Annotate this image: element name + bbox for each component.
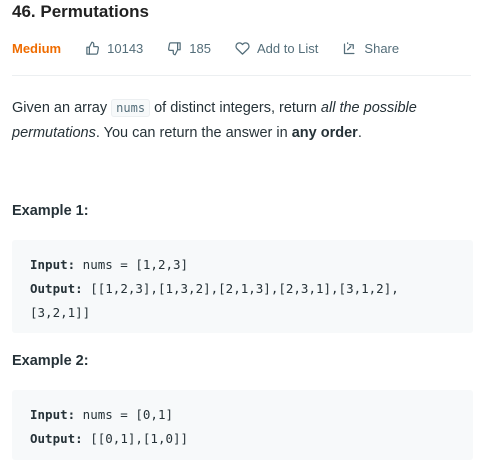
thumbs-up-icon	[86, 41, 100, 55]
input-label: Input:	[30, 407, 76, 422]
like-button[interactable]: 10143	[85, 41, 143, 56]
problem-title: 46. Permutations	[12, 2, 149, 21]
example-2-input-line: Input: nums = [0,1]	[30, 403, 473, 427]
example-1-code-block: Input: nums = [1,2,3] Output: [[1,2,3],[…	[12, 240, 473, 333]
thumbs-down-icon	[168, 41, 182, 55]
example-1-input-line: Input: nums = [1,2,3]	[30, 253, 473, 277]
problem-meta-row: Medium 10143 185 Add to List Share	[12, 39, 423, 57]
input-label: Input:	[30, 257, 76, 272]
add-to-list-button[interactable]: Add to List	[235, 41, 318, 56]
dislike-button[interactable]: 185	[167, 41, 211, 56]
example-1-output-line-continued: [3,2,1]]	[30, 305, 91, 320]
share-icon	[344, 41, 355, 54]
input-value: nums = [0,1]	[75, 407, 173, 422]
header-divider	[12, 75, 471, 76]
example-2-code-block: Input: nums = [0,1] Output: [[0,1],[1,0]…	[12, 390, 473, 460]
description-strong: any order	[291, 125, 358, 141]
share-button[interactable]: Share	[342, 41, 399, 56]
share-label: Share	[364, 40, 400, 56]
description-text: .	[357, 125, 362, 141]
output-label: Output:	[30, 281, 83, 296]
example-1-heading: Example 1:	[12, 203, 89, 219]
example-2-output-line: Output: [[0,1],[1,0]]	[30, 427, 473, 451]
dislike-count: 185	[189, 40, 211, 56]
description-text: of distinct integers, return	[150, 100, 321, 116]
inline-code-nums: nums	[111, 99, 151, 117]
output-value: [[1,2,3],[1,3,2],[2,1,3],[2,3,1],[3,1,2]…	[82, 281, 399, 296]
problem-description: Given an array nums of distinct integers…	[12, 96, 474, 146]
description-text: . You can return the answer in	[95, 125, 292, 141]
heart-icon	[235, 41, 250, 55]
input-value: nums = [1,2,3]	[75, 257, 189, 272]
difficulty-badge: Medium	[12, 40, 62, 56]
example-1-output-line: Output: [[1,2,3],[1,3,2],[2,1,3],[2,3,1]…	[30, 277, 473, 301]
description-text: Given an array	[12, 100, 112, 116]
output-label: Output:	[30, 431, 83, 446]
output-value: [[0,1],[1,0]]	[82, 431, 189, 446]
add-to-list-label: Add to List	[256, 40, 319, 56]
like-count: 10143	[107, 40, 144, 56]
example-2-heading: Example 2:	[12, 353, 89, 369]
